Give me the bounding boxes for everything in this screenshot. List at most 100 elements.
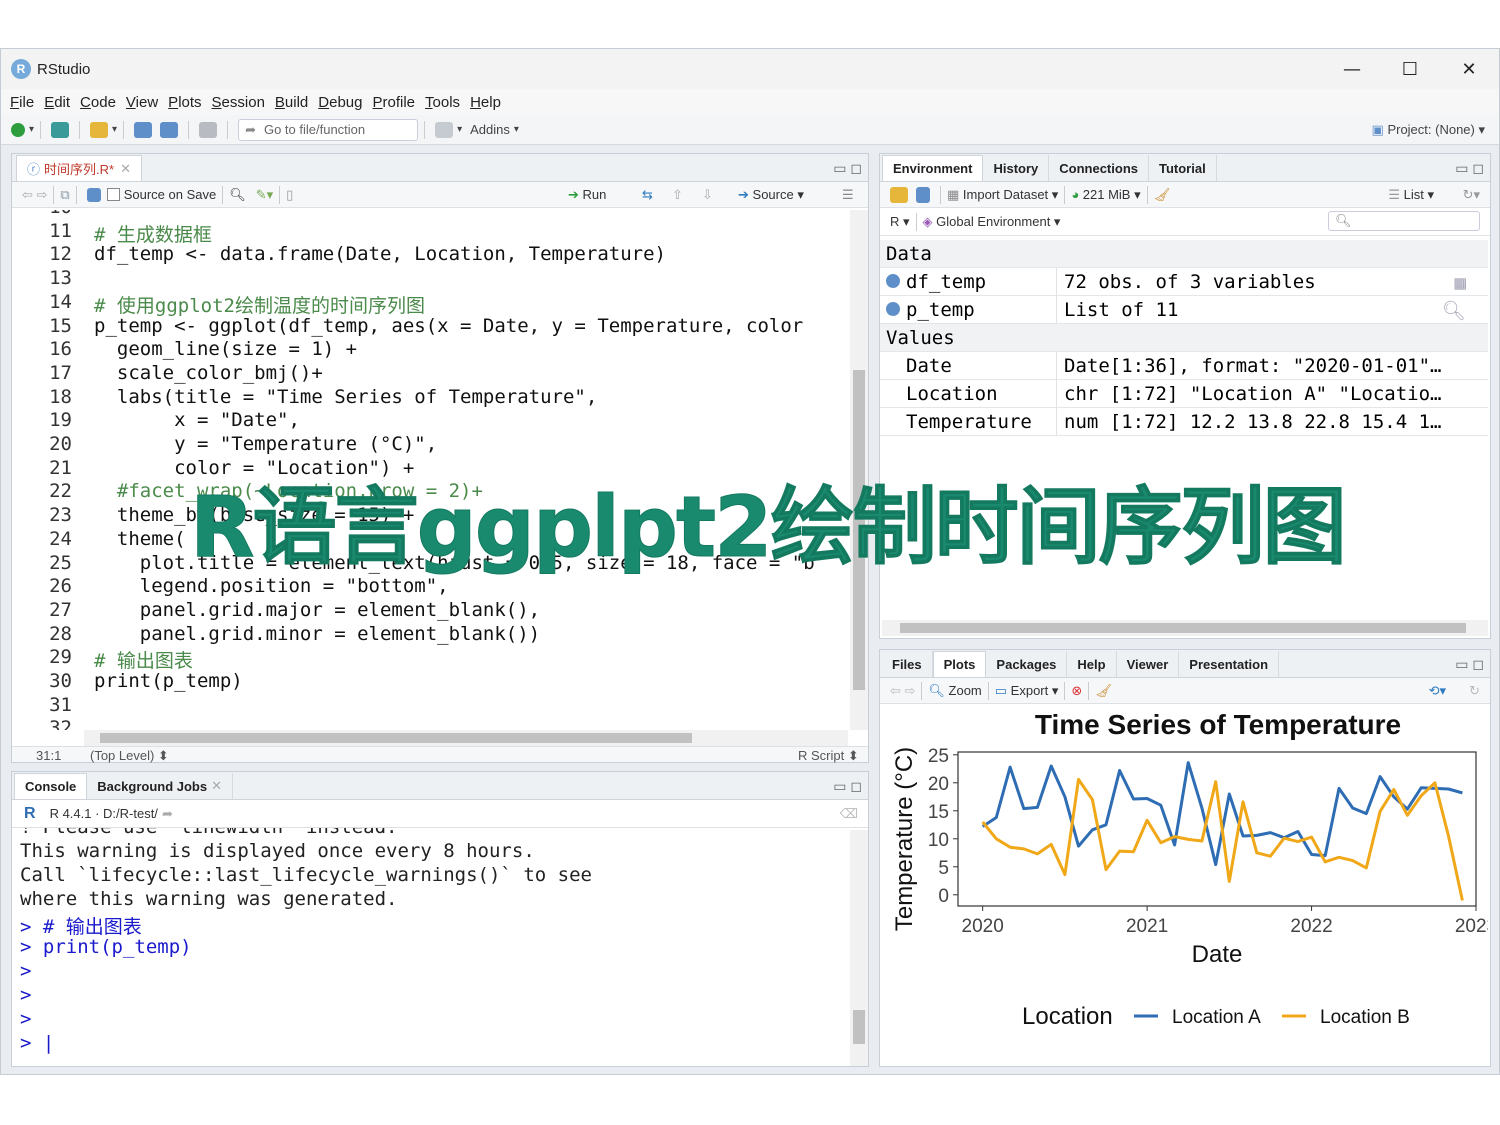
- tab-viewer[interactable]: Viewer: [1117, 651, 1180, 677]
- source-button[interactable]: ➔ Source ▾: [738, 187, 804, 203]
- tab-tutorial[interactable]: Tutorial: [1149, 155, 1217, 181]
- pane-minmax-icon[interactable]: ▭ ◻: [1455, 656, 1484, 673]
- save-all-icon[interactable]: [160, 121, 179, 138]
- up-arrow-icon[interactable]: ⇧: [672, 187, 683, 203]
- save-icon[interactable]: [134, 121, 153, 138]
- console-vscrollbar[interactable]: [850, 830, 868, 1066]
- menu-session[interactable]: Session: [212, 94, 265, 111]
- grid-layout-icon[interactable]: [435, 121, 454, 138]
- refresh-icon[interactable]: ↻▾: [1463, 187, 1480, 203]
- code-line: geom_line(size = 1) +: [94, 338, 358, 361]
- line-number: 11: [49, 219, 72, 242]
- open-folder-icon[interactable]: [90, 121, 109, 138]
- section-data-header: Data: [880, 240, 1488, 268]
- tab-connections[interactable]: Connections: [1049, 155, 1149, 181]
- project-menu[interactable]: ▣ Project: (None) ▾: [1372, 122, 1485, 138]
- editor-hscrollbar[interactable]: [84, 730, 848, 746]
- console-output[interactable]: ! Please use `linewidth` instead. This wa…: [12, 828, 848, 1066]
- chevron-down-icon[interactable]: ▾: [29, 124, 34, 135]
- r-logo-icon: R: [24, 804, 36, 822]
- publish-icon[interactable]: ⟲▾: [1429, 683, 1446, 699]
- environment-search-input[interactable]: 🔍︎: [1328, 211, 1480, 231]
- menu-view[interactable]: View: [126, 94, 158, 111]
- environment-hscrollbar[interactable]: [882, 620, 1488, 636]
- scope-selector[interactable]: (Top Level) ⬍: [90, 748, 169, 764]
- pane-minmax-icon[interactable]: ▭ ◻: [833, 160, 862, 177]
- menu-plots[interactable]: Plots: [168, 94, 201, 111]
- remove-plot-icon[interactable]: ⊗: [1071, 683, 1082, 699]
- clear-console-icon[interactable]: ⌫: [840, 806, 858, 822]
- new-project-icon[interactable]: [51, 121, 70, 138]
- refresh-icon[interactable]: ↻: [1469, 683, 1480, 699]
- language-selector[interactable]: R ▾: [890, 214, 910, 230]
- menu-code[interactable]: Code: [80, 94, 116, 111]
- menu-file[interactable]: File: [10, 94, 34, 111]
- tab-plots[interactable]: Plots: [932, 651, 987, 677]
- broom-icon[interactable]: 🧹︎: [1095, 683, 1112, 699]
- outline-icon[interactable]: ☰: [842, 187, 854, 203]
- table-icon: ▦: [947, 186, 963, 202]
- tab-files[interactable]: Files: [882, 651, 933, 677]
- menu-edit[interactable]: Edit: [44, 94, 70, 111]
- export-button[interactable]: ▭ Export ▾: [995, 683, 1059, 699]
- pane-minmax-icon[interactable]: ▭ ◻: [1455, 160, 1484, 177]
- menu-profile[interactable]: Profile: [373, 94, 416, 111]
- pane-minmax-icon[interactable]: ▭ ◻: [833, 778, 862, 795]
- source-on-save-checkbox[interactable]: [106, 188, 120, 201]
- print-icon[interactable]: [199, 121, 218, 138]
- broom-icon[interactable]: 🧹︎: [1154, 187, 1171, 203]
- tab-console[interactable]: Console: [14, 773, 88, 799]
- magic-wand-icon[interactable]: ✎▾: [256, 187, 273, 203]
- tab-environment[interactable]: Environment: [882, 155, 984, 181]
- view-table-icon[interactable]: ▦: [1455, 272, 1466, 294]
- tab-help[interactable]: Help: [1067, 651, 1117, 677]
- menu-debug[interactable]: Debug: [318, 94, 362, 111]
- goto-dir-icon[interactable]: ➦: [162, 806, 173, 822]
- console-prompt: >: [20, 916, 43, 938]
- save-workspace-icon[interactable]: [916, 186, 930, 203]
- expand-icon[interactable]: [886, 302, 900, 316]
- close-button[interactable]: ✕: [1446, 55, 1492, 83]
- import-dataset-button[interactable]: ▦ Import Dataset ▾: [947, 187, 1058, 203]
- expand-icon[interactable]: [886, 274, 900, 288]
- back-forward-icon[interactable]: ⇦ ⇨: [890, 683, 915, 699]
- menu-tools[interactable]: Tools: [425, 94, 460, 111]
- env-row-location[interactable]: Location chr [1:72] "Location A" "Locati…: [880, 380, 1488, 408]
- chevron-down-icon[interactable]: ▾: [112, 124, 117, 135]
- addins-menu[interactable]: Addins: [470, 122, 510, 137]
- compile-report-icon[interactable]: ▯: [286, 187, 293, 203]
- tab-presentation[interactable]: Presentation: [1179, 651, 1280, 677]
- back-forward-icon[interactable]: ⇦ ⇨: [22, 187, 47, 203]
- env-row-temperature[interactable]: Temperature num [1:72] 12.2 13.8 22.8 15…: [880, 408, 1488, 436]
- down-arrow-icon[interactable]: ⇩: [702, 187, 713, 203]
- tab-history[interactable]: History: [983, 155, 1050, 181]
- memory-usage[interactable]: ◕ 221 MiB ▾: [1071, 187, 1140, 203]
- menu-build[interactable]: Build: [275, 94, 308, 111]
- line-number: 30: [49, 670, 72, 692]
- close-tab-icon[interactable]: ✕: [120, 161, 131, 177]
- file-type-selector[interactable]: R Script ⬍: [798, 748, 859, 764]
- scope-selector[interactable]: ◈ Global Environment ▾: [923, 214, 1061, 230]
- maximize-button[interactable]: ☐: [1387, 55, 1433, 83]
- run-button[interactable]: ➔ Run: [568, 187, 606, 203]
- goto-file-input[interactable]: ➦ Go to file/function: [238, 118, 419, 141]
- tab-packages[interactable]: Packages: [986, 651, 1068, 677]
- chevron-down-icon[interactable]: ▾: [457, 124, 462, 135]
- close-tab-icon[interactable]: ✕: [211, 778, 222, 794]
- menu-help[interactable]: Help: [470, 94, 501, 111]
- list-view-selector[interactable]: ☰ List ▾: [1388, 187, 1434, 203]
- search-icon[interactable]: 🔍︎: [1442, 299, 1466, 322]
- tab-editor-file[interactable]: ⓡ 时间序列.R* ✕: [16, 155, 142, 181]
- load-workspace-icon[interactable]: [890, 186, 908, 203]
- env-row-df-temp[interactable]: df_temp 72 obs. of 3 variables ▦: [880, 268, 1488, 296]
- env-row-date[interactable]: Date Date[1:36], format: "2020-01-01"…: [880, 352, 1488, 380]
- new-file-icon[interactable]: [11, 122, 25, 137]
- zoom-button[interactable]: 🔍︎ Zoom: [928, 683, 981, 699]
- save-icon[interactable]: [86, 187, 101, 202]
- minimize-button[interactable]: —: [1329, 55, 1375, 83]
- show-in-window-icon[interactable]: ⧉: [60, 187, 69, 203]
- search-icon[interactable]: 🔍︎: [229, 187, 246, 203]
- env-row-p-temp[interactable]: p_temp List of 11 🔍︎: [880, 296, 1488, 324]
- tab-background-jobs[interactable]: Background Jobs ✕: [87, 773, 233, 799]
- rerun-icon[interactable]: ⇆: [642, 187, 653, 203]
